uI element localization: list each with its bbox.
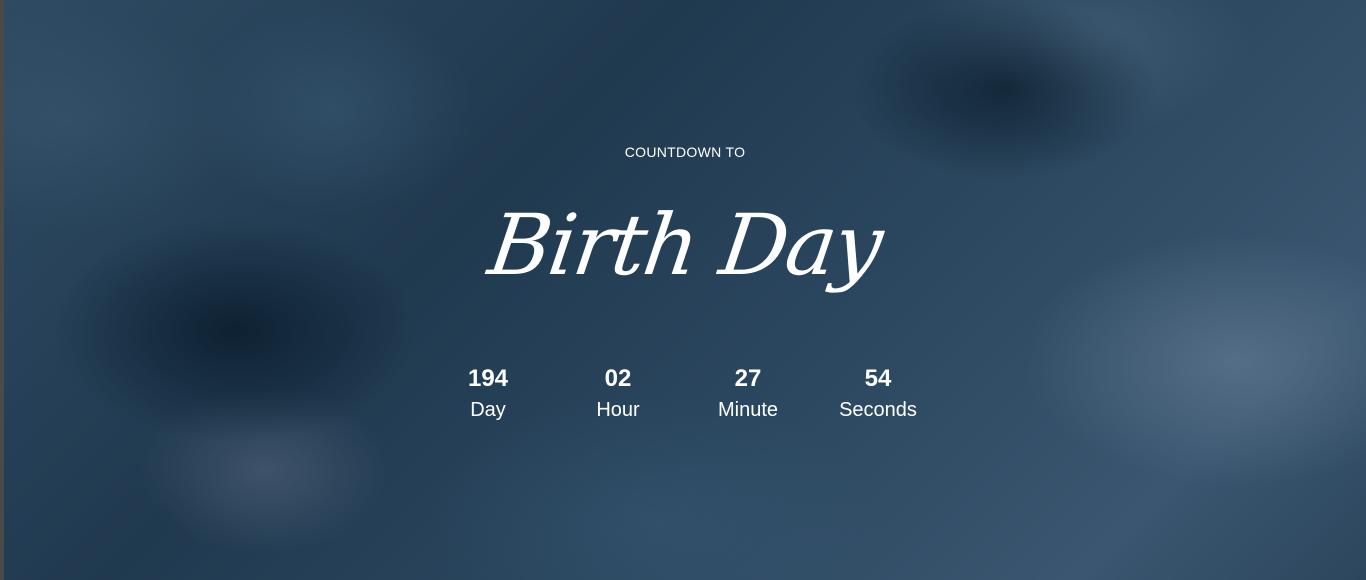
hours-value: 02: [604, 365, 632, 392]
days-label: Day: [470, 399, 506, 421]
days-value: 194: [467, 365, 509, 392]
countdown-seconds: 54 Seconds: [813, 364, 943, 434]
countdown-minutes: 27 Minute: [683, 364, 813, 434]
seconds-label: Seconds: [839, 399, 917, 421]
minutes-value: 27: [734, 365, 762, 392]
countdown-days: 194 Day: [423, 364, 553, 434]
hours-label: Hour: [596, 399, 640, 421]
countdown-timer: 194 Day 02 Hour 27 Minute 54 Seconds: [423, 364, 943, 434]
seconds-value: 54: [864, 365, 892, 392]
minutes-label: Minute: [717, 399, 779, 421]
hero-background: COUNTDOWN TO Birth Day 194 Day 02 Hour 2…: [4, 0, 1366, 580]
hero-content: COUNTDOWN TO Birth Day 194 Day 02 Hour 2…: [4, 0, 1366, 580]
event-title: Birth Day: [483, 196, 887, 294]
countdown-eyebrow: COUNTDOWN TO: [624, 144, 746, 160]
countdown-hours: 02 Hour: [553, 364, 683, 434]
